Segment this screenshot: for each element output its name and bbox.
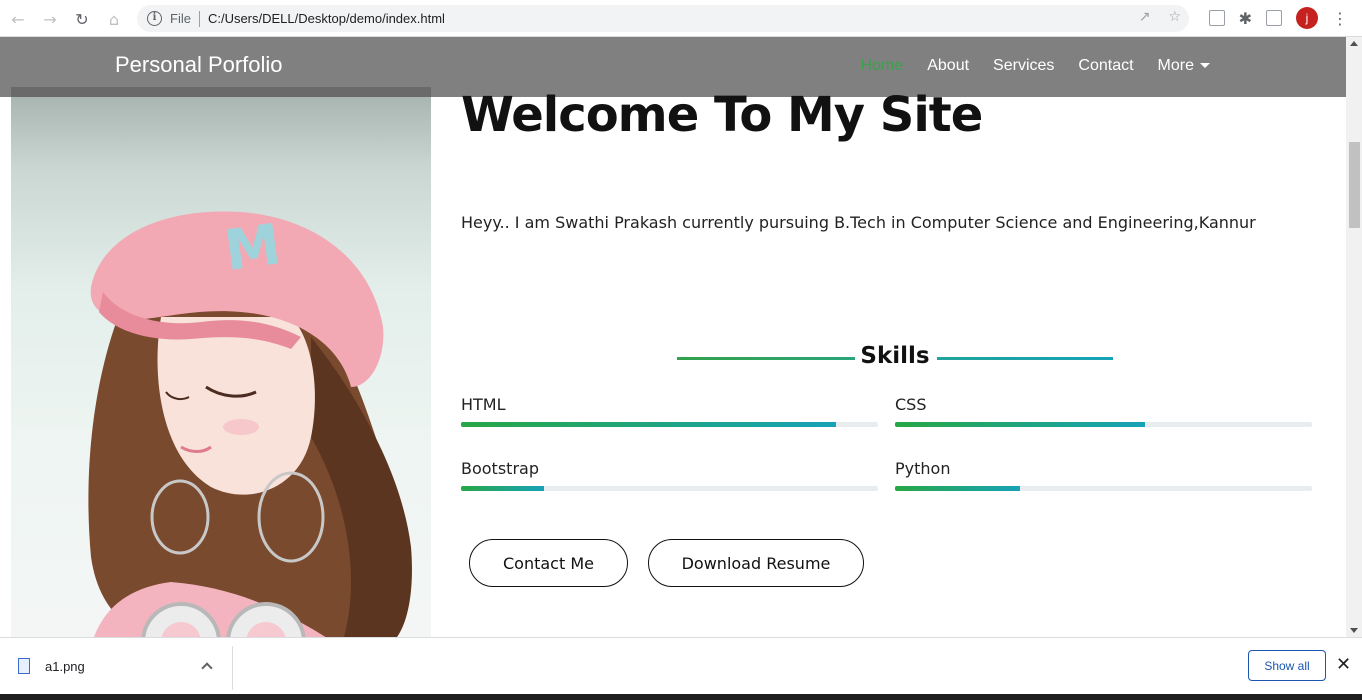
nav-link-about[interactable]: About <box>927 57 969 75</box>
page-scrollbar[interactable] <box>1346 37 1362 637</box>
skill-progress-track <box>895 486 1312 491</box>
contact-me-button[interactable]: Contact Me <box>469 539 628 587</box>
skill-name: CSS <box>895 395 927 414</box>
image-file-icon <box>18 658 30 674</box>
skill-progress-track <box>461 422 878 427</box>
bookmark-star-icon[interactable]: ☆ <box>1168 9 1181 25</box>
brand-logo[interactable]: Personal Porfolio <box>115 52 283 78</box>
show-all-button[interactable]: Show all <box>1248 650 1326 681</box>
intro-text: Heyy.. I am Swathi Prakash currently pur… <box>461 213 1256 232</box>
skill-html: HTML <box>461 395 878 427</box>
address-bar[interactable]: i File C:/Users/DELL/Desktop/demo/index.… <box>137 5 1189 32</box>
skill-progress-fill <box>895 422 1146 427</box>
home-icon[interactable]: ⌂ <box>102 7 126 31</box>
download-shelf: a1.png Show all ✕ <box>0 637 1362 700</box>
share-icon[interactable]: ↗ <box>1139 9 1151 25</box>
taskbar-strip <box>0 694 1362 700</box>
extensions-puzzle-icon[interactable]: ✱ <box>1239 9 1252 28</box>
skill-name: Python <box>895 459 951 478</box>
skill-name: HTML <box>461 395 506 414</box>
nav-link-home[interactable]: Home <box>861 57 904 75</box>
nav-link-more-label: More <box>1157 57 1194 74</box>
caret-down-icon <box>1200 63 1210 69</box>
skill-bootstrap: Bootstrap <box>461 459 878 491</box>
download-resume-button[interactable]: Download Resume <box>648 539 864 587</box>
omnibox-separator <box>198 10 200 27</box>
skill-progress-fill <box>461 422 837 427</box>
file-scheme-label: File <box>170 11 191 26</box>
download-file-name[interactable]: a1.png <box>45 659 85 674</box>
skill-progress-fill <box>461 486 545 491</box>
skills-heading: Skills <box>677 343 1113 373</box>
browser-toolbar: ← → ↻ ⌂ i File C:/Users/DELL/Desktop/dem… <box>0 0 1362 37</box>
scroll-up-icon[interactable] <box>1350 41 1358 46</box>
nav-link-services[interactable]: Services <box>993 57 1054 75</box>
girl-illustration-svg: M <box>88 211 412 637</box>
side-panel-icon[interactable] <box>1266 10 1282 26</box>
skill-python: Python <box>895 459 1312 491</box>
skill-progress-track <box>461 486 878 491</box>
svg-text:M: M <box>221 212 285 284</box>
nav-link-contact[interactable]: Contact <box>1078 57 1133 75</box>
page-viewport: M Personal Porfolio Home About Services <box>0 37 1346 637</box>
skill-progress-fill <box>895 486 1021 491</box>
download-divider <box>232 646 233 690</box>
chevron-up-icon[interactable] <box>201 662 213 674</box>
back-icon[interactable]: ← <box>6 7 30 31</box>
scroll-down-icon[interactable] <box>1350 628 1358 633</box>
profile-illustration: M <box>11 87 431 637</box>
skill-css: CSS <box>895 395 1312 427</box>
reload-icon[interactable]: ↻ <box>70 7 94 31</box>
nav-dropdown-more[interactable]: More <box>1158 57 1210 75</box>
forward-icon[interactable]: → <box>38 7 62 31</box>
close-icon[interactable]: ✕ <box>1336 654 1351 675</box>
skills-heading-label: Skills <box>860 343 930 369</box>
skill-progress-track <box>895 422 1312 427</box>
skill-name: Bootstrap <box>461 459 539 478</box>
page-title: Welcome To My Site <box>461 87 983 143</box>
profile-avatar[interactable]: j <box>1296 7 1318 29</box>
url-text[interactable]: C:/Users/DELL/Desktop/demo/index.html <box>208 11 445 26</box>
info-icon[interactable]: i <box>147 11 162 26</box>
scrollbar-thumb[interactable] <box>1349 142 1360 228</box>
pocket-extension-icon[interactable] <box>1208 10 1225 26</box>
menu-kebab-icon[interactable]: ⋮ <box>1332 9 1348 28</box>
nav-links: Home About Services Contact More <box>861 57 1210 75</box>
